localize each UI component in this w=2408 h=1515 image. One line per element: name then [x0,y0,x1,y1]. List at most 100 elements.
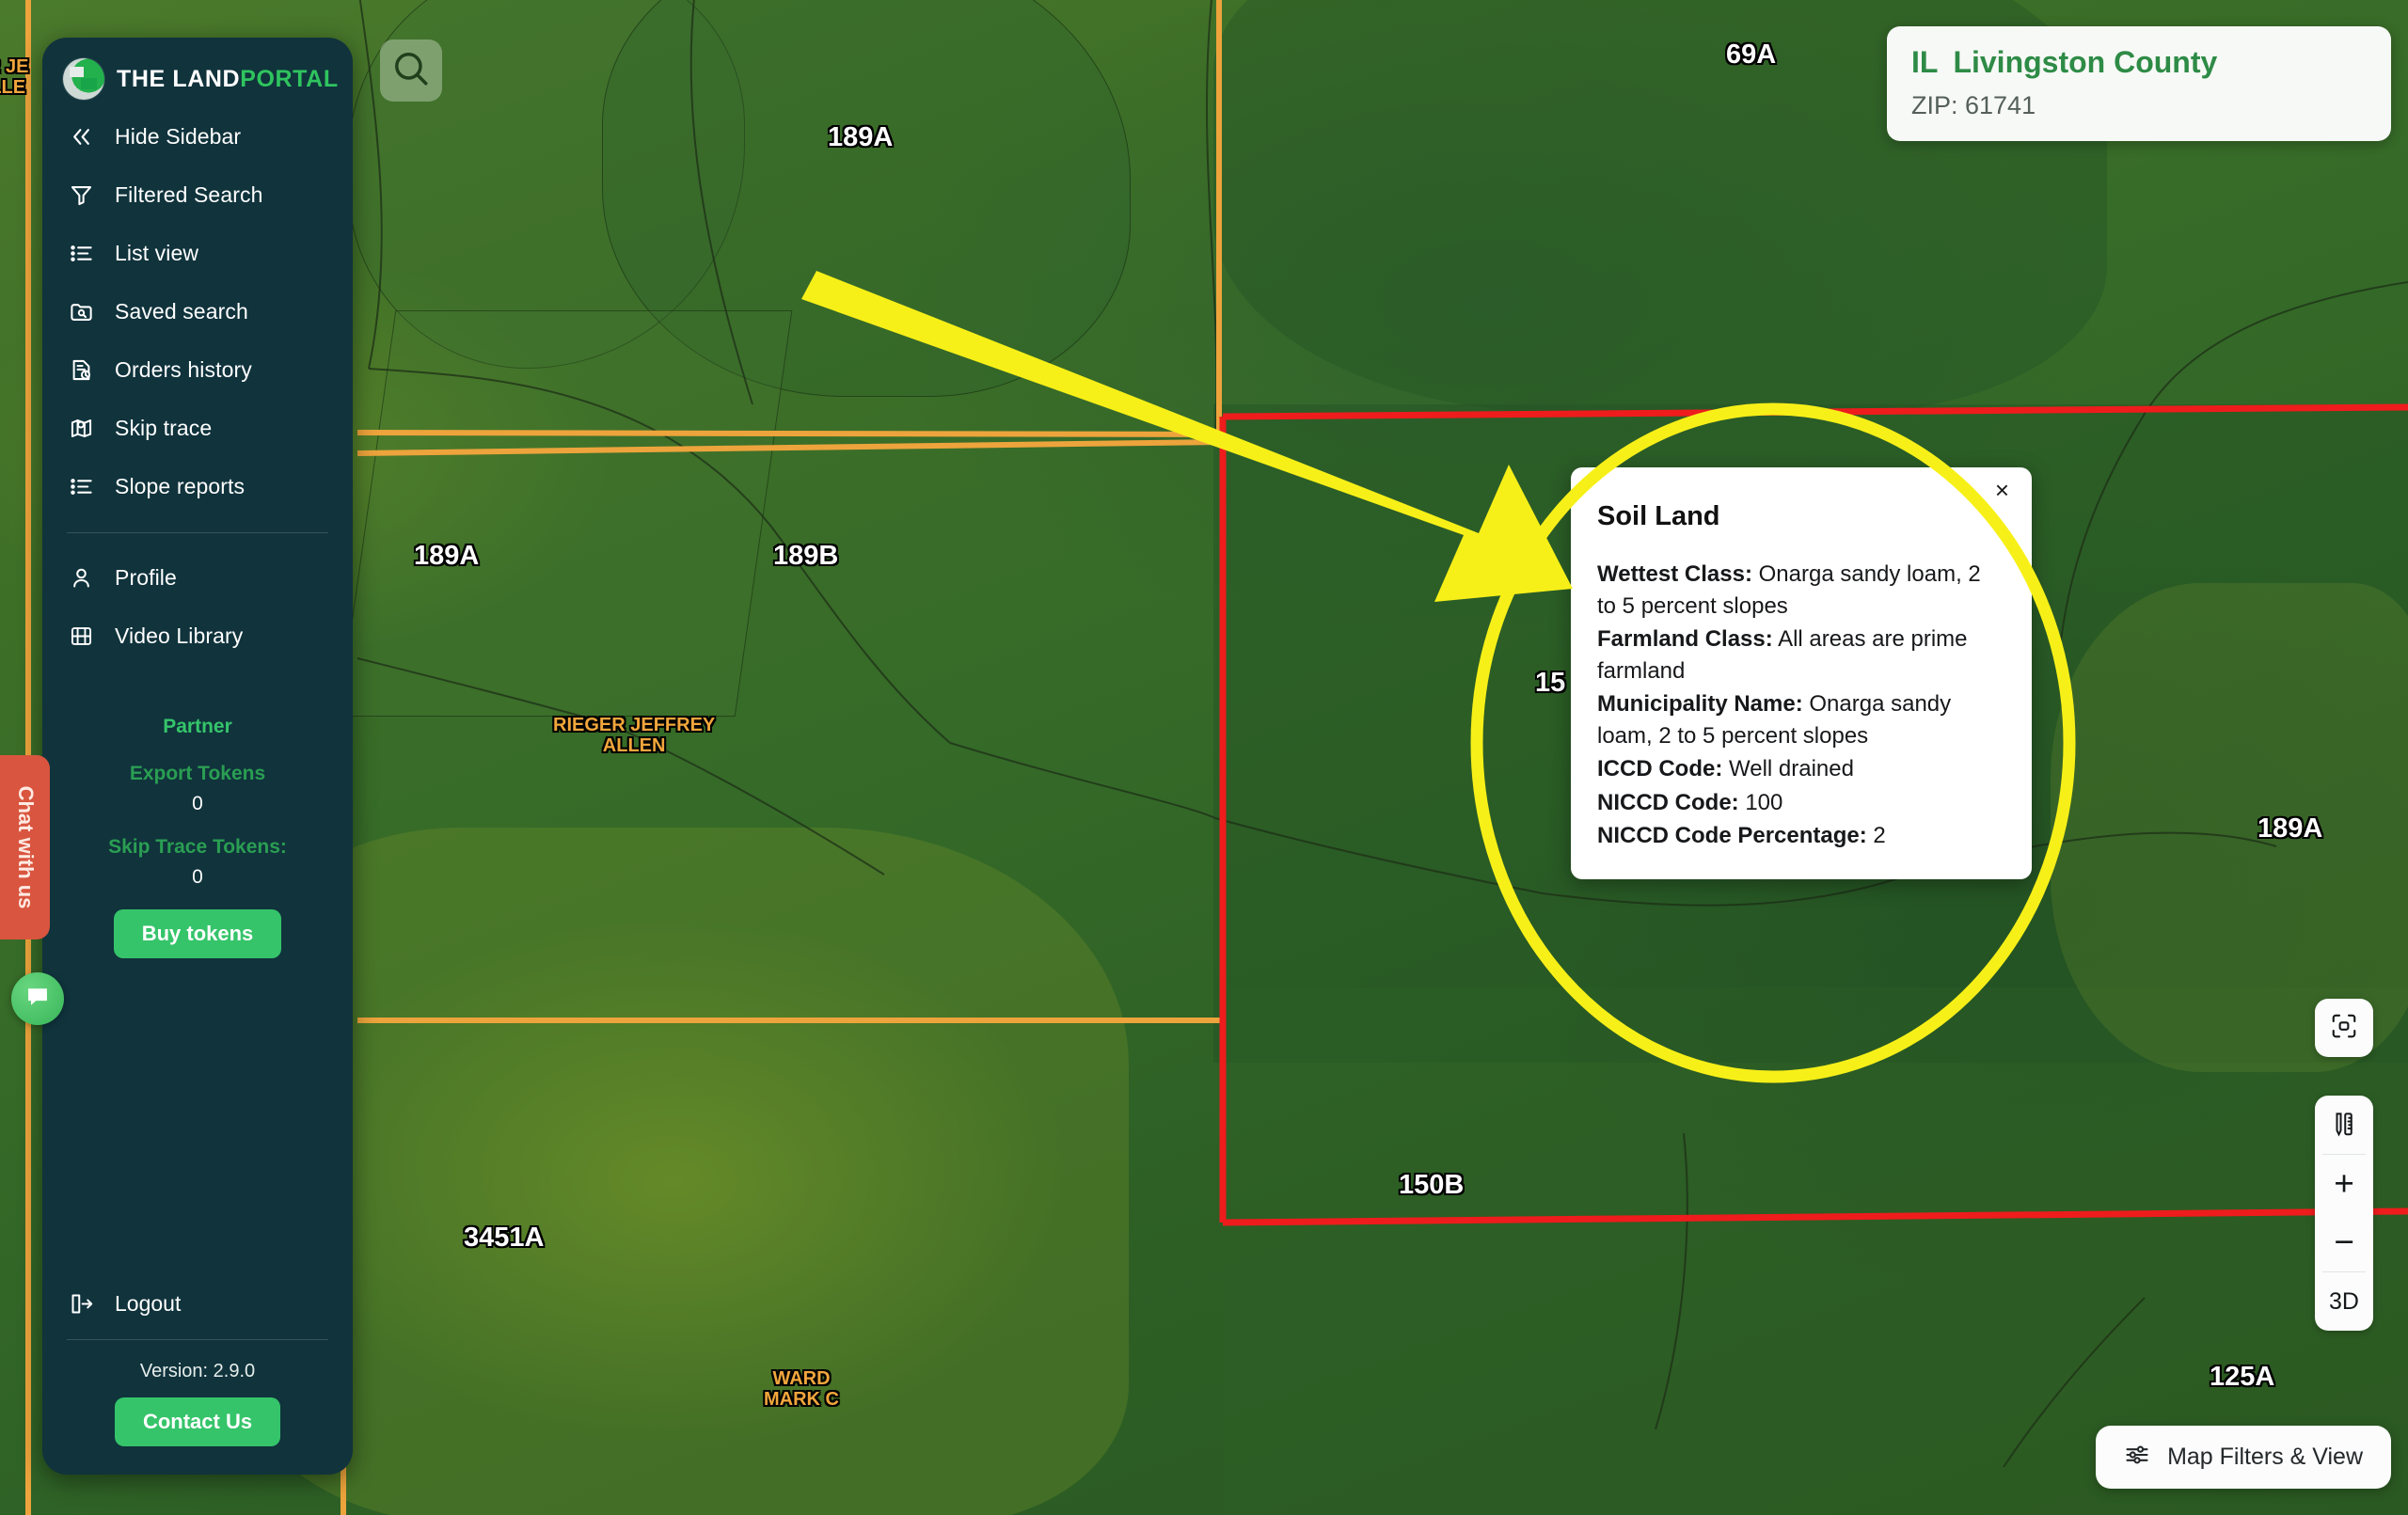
popup-attribute-list: Wettest Class: Onarga sandy loam, 2 to 5… [1597,559,2004,852]
map-owner-label: RIEGER JEFFREY ALLEN [553,715,715,757]
sidebar-item-label: Video Library [115,623,244,648]
chat-bubble-button[interactable] [11,972,64,1025]
list-icon [69,474,94,499]
buy-tokens-button[interactable]: Buy tokens [113,909,282,958]
soil-polygon [338,310,793,717]
sidebar-item-label: Hide Sidebar [115,123,242,149]
sidebar-item-label: Skip trace [115,415,213,440]
chevrons-left-icon [69,124,94,150]
sidebar-item-orders-history[interactable]: Orders history [42,350,353,389]
map-parcel-label: 15 [1535,668,1566,698]
popup-row-key: ICCD Code: [1597,756,1723,782]
map-filters-label: Map Filters & View [2167,1444,2363,1470]
sidebar-item-saved-search[interactable]: Saved search [42,292,353,331]
map-owner-label-line: R JE [0,56,29,77]
popup-row-key: Wettest Class: [1597,561,1752,587]
popup-row-key: Farmland Class: [1597,626,1773,653]
brand-title-light: THE LAND [117,65,241,92]
map-owner-label: WARD MARK C [764,1368,839,1411]
document-clock-icon [69,357,94,383]
popup-row: NICCD Code: 100 [1597,787,2004,819]
state-code: IL [1911,45,1939,79]
map-parcel-label: 150B [1399,1170,1465,1200]
chat-bubble-icon [24,984,51,1015]
brand-title-green: PORTAL [240,65,339,92]
saved-folder-icon [69,299,94,324]
map-pin-icon [69,416,94,441]
contact-us-button[interactable]: Contact Us [114,1397,281,1446]
map-canvas[interactable] [0,0,2408,1515]
zoom-in-button[interactable]: + [2315,1155,2373,1213]
zip-code: ZIP: 61741 [1911,91,2036,119]
county-name: Livingston County [1953,45,2218,79]
search-icon [391,49,431,93]
list-icon [69,241,94,266]
soil-polygon [226,828,1129,1515]
county-title: IL Livingston County [1911,45,2367,80]
app-root: 189A 69A 189A 189B 15 189A 150B 3451A 125A RIEGE… [0,0,2408,1515]
map-parcel-label: 189A [414,541,480,571]
version-label: Version: 2.9.0 [139,1361,256,1381]
map-owner-label-line: WARD [772,1368,831,1389]
sidebar-item-hide-sidebar[interactable]: Hide Sidebar [42,117,353,156]
popup-row: NICCD Code Percentage: 2 [1597,820,2004,852]
map-parcel-label: 69A [1726,39,1777,70]
map-parcel-label: 189A [828,122,894,152]
logout-label: Logout [115,1290,182,1316]
map-filters-view-button[interactable]: Map Filters & View [2096,1426,2391,1489]
skip-trace-tokens-value: 0 [192,866,203,888]
close-icon[interactable]: × [1989,477,2015,503]
sidebar-item-label: Profile [115,564,177,590]
sidebar-item-label: Filtered Search [115,181,263,207]
brand-title: THE LANDPORTAL [117,66,339,93]
filter-icon [69,182,94,208]
popup-row: Farmland Class: All areas are prime farm… [1597,623,2004,687]
map-owner-label-line: MARK C [764,1389,839,1411]
fit-bounds-button[interactable] [2315,999,2373,1057]
measure-ruler-icon [2330,1110,2358,1141]
sidebar-item-profile[interactable]: Profile [42,558,353,597]
popup-row-value: 2 [1866,822,1886,848]
sidebar-item-skip-trace[interactable]: Skip trace [42,408,353,448]
popup-row-value: Well drained [1722,756,1854,782]
map-parcel-label: 189B [773,541,839,571]
map-parcel-label: 125A [2210,1362,2275,1392]
popup-row-key: NICCD Code Percentage: [1597,822,1867,848]
sidebar-item-list-view[interactable]: List view [42,233,353,273]
map-owner-label-line: LLE [0,77,26,99]
popup-row: ICCD Code: Well drained [1597,753,2004,785]
sidebar-item-label: Saved search [115,298,248,324]
popup-row-key: Municipality Name: [1597,691,1803,718]
skip-trace-tokens-label: Skip Trace Tokens: [108,836,287,858]
sidebar-item-filtered-search[interactable]: Filtered Search [42,175,353,214]
brand: THE LANDPORTAL [42,38,353,100]
sidebar-nav: Hide Sidebar Filtered Search List view Save… [42,96,353,525]
measure-button[interactable] [2315,1096,2373,1154]
soil-land-popup: × Soil Land Wettest Class: Onarga sandy … [1571,467,2032,879]
sidebar-item-logout[interactable]: Logout [42,1283,353,1324]
divider [67,532,328,533]
map-owner-label: R JELLE [0,56,28,99]
zoom-out-button[interactable]: − [2315,1213,2373,1271]
chat-tab-label: Chat with us [13,785,38,909]
fit-bounds-icon [2330,1012,2358,1045]
sidebar-item-slope-reports[interactable]: Slope reports [42,466,353,506]
sidebar-item-video-library[interactable]: Video Library [42,616,353,655]
user-icon [69,565,94,591]
map-control-stack: + − 3D [2315,1096,2373,1331]
sidebar-account-nav: Profile Video Library [42,558,353,674]
map-search-button[interactable] [380,39,442,102]
sidebar-item-label: Orders history [115,356,252,382]
popup-row: Wettest Class: Onarga sandy loam, 2 to 5… [1597,559,2004,623]
film-icon [69,623,94,649]
sidebar-footer: Version: 2.9.0 Contact Us [42,1340,353,1475]
popup-row: Municipality Name: Onarga sandy loam, 2 … [1597,688,2004,752]
popup-title: Soil Land [1597,501,1720,531]
toggle-3d-button[interactable]: 3D [2315,1272,2373,1331]
chat-with-us-tab[interactable]: Chat with us [0,755,50,939]
sliders-icon [2124,1442,2150,1473]
map-parcel-label: 3451A [464,1223,545,1253]
sidebar-item-label: List view [115,240,199,265]
popup-row-key: NICCD Code: [1597,789,1739,815]
